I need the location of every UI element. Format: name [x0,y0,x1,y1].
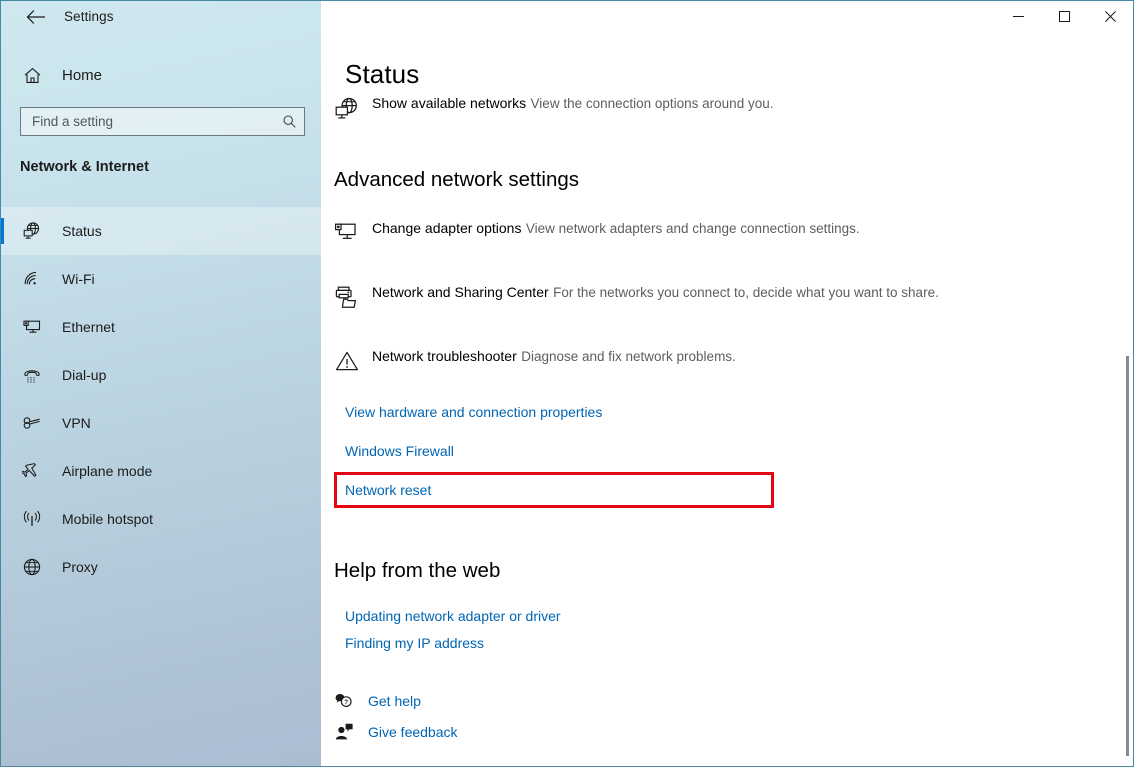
sidebar-nav-list: Status Wi-Fi Ethernet Dial-up VPN Airpla… [1,207,321,591]
sidebar-item-status[interactable]: Status [1,207,321,255]
monitor-adapter-icon [334,219,372,247]
sidebar-category-title: Network & Internet [20,159,149,175]
content-scrollbar[interactable] [1121,32,1133,766]
network-globe-monitor-icon [334,94,372,122]
back-arrow-icon[interactable] [13,3,58,31]
sidebar-item-airplane-mode[interactable]: Airplane mode [1,447,321,495]
sidebar-item-label: VPN [62,415,91,431]
sidebar-item-label: Airplane mode [62,463,153,479]
link-view-hardware-and-connection-properties[interactable]: View hardware and connection properties [345,404,602,420]
sidebar-item-vpn[interactable]: VPN [1,399,321,447]
title-bar: Settings [1,1,1133,32]
sidebar-item-wifi[interactable]: Wi-Fi [1,255,321,303]
maximize-button[interactable] [1041,1,1087,32]
help-from-the-web-heading: Help from the web [334,559,501,582]
link-updating-network-adapter-or-driver[interactable]: Updating network adapter or driver [345,608,561,624]
help-bubble-icon: ? [334,691,368,711]
network-troubleshooter-row[interactable]: Network troubleshooter Diagnose and fix … [334,347,854,375]
sidebar-item-proxy[interactable]: Proxy [1,543,321,591]
hotspot-icon [7,509,57,529]
search-box[interactable] [20,107,305,136]
search-input[interactable] [21,108,274,135]
minimize-button[interactable] [995,1,1041,32]
home-icon [7,66,57,85]
main-content: Status Show available networks View the … [321,32,1133,766]
sidebar: Home Network & Internet [1,1,321,766]
window-controls [995,1,1133,32]
network-and-sharing-center-row[interactable]: Network and Sharing Center For the netwo… [334,283,974,311]
link-network-reset[interactable]: Network reset [345,482,431,498]
page-title: Status [345,59,420,89]
row-title: Change adapter options [372,220,522,236]
ethernet-icon [7,317,57,337]
warning-triangle-icon [334,347,372,375]
get-help-row[interactable]: ? Get help [334,691,421,711]
airplane-icon [7,461,57,481]
give-feedback-row[interactable]: Give feedback [334,722,458,742]
sidebar-home-label: Home [62,66,103,84]
sidebar-item-label: Dial-up [62,367,107,383]
row-subtitle: For the networks you connect to, decide … [553,285,939,300]
globe-icon [7,557,57,577]
sidebar-item-dialup[interactable]: Dial-up [1,351,321,399]
link-finding-my-ip-address[interactable]: Finding my IP address [345,635,484,651]
sidebar-item-mobile-hotspot[interactable]: Mobile hotspot [1,495,321,543]
sharing-center-icon [334,283,372,311]
show-available-networks-row[interactable]: Show available networks View the connect… [334,94,854,122]
close-button[interactable] [1087,1,1133,32]
sidebar-item-label: Mobile hotspot [62,511,154,527]
advanced-network-settings-heading: Advanced network settings [334,168,579,191]
row-title: Network and Sharing Center [372,284,549,300]
row-subtitle: Diagnose and fix network problems. [521,349,736,364]
get-help-label[interactable]: Get help [368,693,421,709]
row-subtitle: View the connection options around you. [530,96,774,111]
give-feedback-label[interactable]: Give feedback [368,724,458,740]
row-subtitle: View network adapters and change connect… [525,221,860,236]
row-title: Show available networks [372,95,527,111]
link-windows-firewall[interactable]: Windows Firewall [345,443,454,459]
network-status-icon [7,221,57,241]
svg-text:?: ? [344,699,348,706]
sidebar-item-label: Wi-Fi [62,271,95,287]
dialup-phone-icon [7,365,57,385]
settings-window: Home Network & Internet [0,0,1134,767]
row-title: Network troubleshooter [372,348,517,364]
wifi-icon [7,269,57,289]
sidebar-item-label: Status [62,223,102,239]
sidebar-item-label: Ethernet [62,319,115,335]
scrollbar-thumb[interactable] [1126,356,1129,756]
vpn-key-icon [7,413,57,433]
window-title: Settings [64,9,114,24]
feedback-person-icon [334,722,368,742]
change-adapter-options-row[interactable]: Change adapter options View network adap… [334,219,934,247]
sidebar-item-home[interactable]: Home [1,58,321,92]
sidebar-item-ethernet[interactable]: Ethernet [1,303,321,351]
sidebar-item-label: Proxy [62,559,98,575]
search-icon[interactable] [274,108,304,135]
